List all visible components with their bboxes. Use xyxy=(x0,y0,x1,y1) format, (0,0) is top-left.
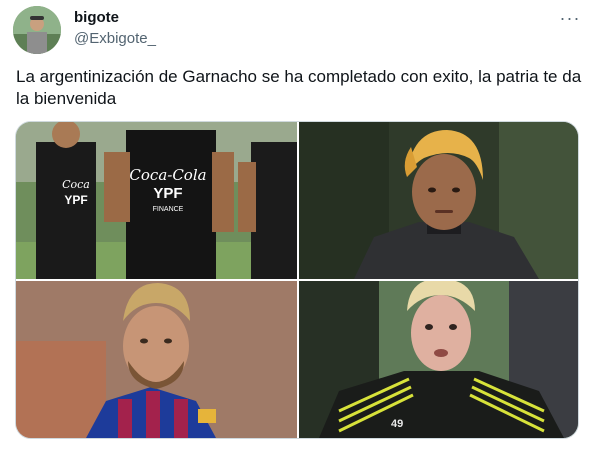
user-info: bigote @Exbigote_ xyxy=(74,9,156,48)
tweet-card: bigote @Exbigote_ ··· La argentinización… xyxy=(0,0,595,452)
shirt-finance-text: FINANCE xyxy=(153,206,184,213)
media-photo-1[interactable]: Coca-Cola YPF FINANCE Coca YPF xyxy=(16,122,297,279)
tweet-text: La argentinización de Garnacho se ha com… xyxy=(16,67,582,108)
user-handle[interactable]: @Exbigote_ xyxy=(74,29,156,48)
media-photo-2[interactable] xyxy=(299,122,578,279)
display-name[interactable]: bigote xyxy=(74,9,156,27)
media-photo-4[interactable]: 49 xyxy=(299,281,578,438)
media-grid[interactable]: Coca-Cola YPF FINANCE Coca YPF 49 xyxy=(15,121,579,439)
svg-text:YPF: YPF xyxy=(64,193,87,207)
more-options-icon[interactable]: ··· xyxy=(556,9,584,28)
shirt-ypf-text: YPF xyxy=(153,185,182,202)
media-photo-3[interactable] xyxy=(16,281,297,438)
shirt-sponsor-text: Coca-Cola xyxy=(129,166,206,184)
shirt-number-text: 49 xyxy=(391,418,403,430)
avatar[interactable] xyxy=(13,6,61,54)
svg-text:Coca: Coca xyxy=(62,178,90,191)
